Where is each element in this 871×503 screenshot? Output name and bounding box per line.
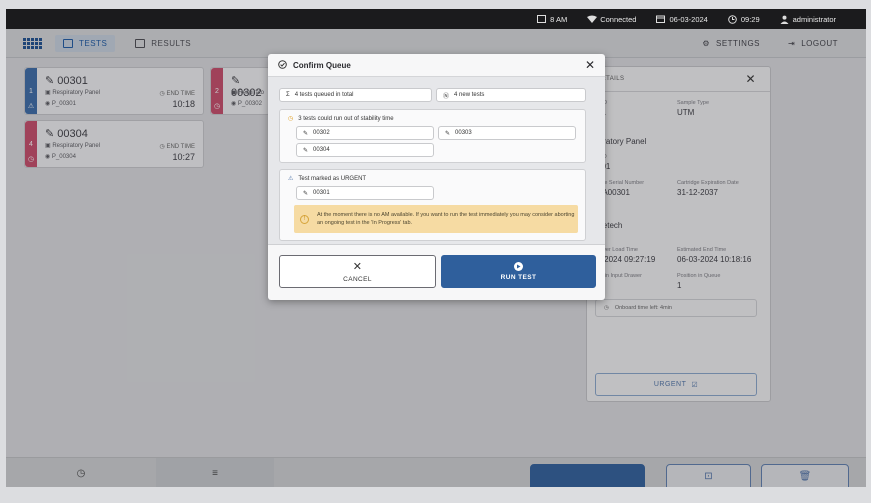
user-label: administrator: [792, 14, 836, 24]
dialog-scrollbar[interactable]: [600, 79, 603, 242]
wifi-icon: [587, 15, 598, 23]
queued-total-text: 4 tests queued in total: [294, 92, 354, 98]
siren-icon: ⚠: [288, 176, 294, 182]
cancel-button[interactable]: ✕ CANCEL: [279, 255, 436, 288]
play-icon: [514, 262, 523, 271]
clock-status: 09:29: [728, 15, 760, 24]
test-icon: ✎: [303, 130, 309, 137]
close-icon: ✕: [352, 261, 363, 273]
dialog-header: Confirm Queue ✕: [268, 54, 605, 77]
cancel-label: CANCEL: [343, 276, 372, 283]
run-test-label: RUN TEST: [500, 274, 537, 281]
drawer-label: 8 AM: [550, 14, 568, 24]
connection-status: Connected: [587, 15, 636, 24]
user-icon: [780, 15, 789, 24]
run-test-button[interactable]: RUN TEST: [441, 255, 596, 288]
drawer-status: 8 AM: [537, 15, 567, 24]
urgent-box: ⚠ Test marked as URGENT ✎ 00301 ! At the…: [279, 169, 586, 241]
clock-icon: [728, 15, 737, 24]
confirm-queue-dialog: Confirm Queue ✕ Σ 4 tests queued in tota…: [268, 54, 605, 300]
clock-warning-icon: ◷: [288, 116, 294, 122]
stability-warning-box: ◷ 3 tests could run out of stability tim…: [279, 109, 586, 163]
sum-icon: Σ: [286, 92, 290, 98]
stability-test-chip: ✎ 00304: [296, 143, 434, 157]
connection-label: Connected: [600, 14, 637, 24]
dialog-title: Confirm Queue: [293, 60, 351, 70]
no-am-warning: ! At the moment there is no AM available…: [294, 205, 578, 233]
warning-text: At the moment there is no AM available. …: [317, 212, 575, 226]
status-bar: 8 AM Connected 06-03-2024 09:29 administ…: [6, 9, 866, 29]
date-status: 06-03-2024: [656, 14, 708, 24]
calendar-icon: [656, 15, 666, 23]
date-label: 06-03-2024: [669, 14, 708, 24]
test-icon: ✎: [445, 130, 451, 137]
close-icon[interactable]: ✕: [585, 58, 595, 72]
new-tests-chip: Ⓝ 4 new tests: [436, 88, 586, 102]
drawer-icon: [537, 15, 547, 23]
clock-label: 09:29: [740, 14, 760, 24]
stability-title: ◷ 3 tests could run out of stability tim…: [288, 115, 394, 123]
warning-icon: !: [300, 214, 309, 224]
stability-test-chip: ✎ 00302: [296, 126, 434, 140]
new-tests-text: 4 new tests: [454, 92, 485, 98]
dialog-body: Σ 4 tests queued in total Ⓝ 4 new tests …: [268, 77, 605, 245]
urgent-test-chip: ✎ 00301: [296, 186, 434, 200]
check-circle-icon: [278, 59, 287, 71]
test-icon: ✎: [303, 190, 309, 197]
urgent-title: ⚠ Test marked as URGENT: [288, 175, 367, 183]
stability-test-chip: ✎ 00303: [438, 126, 576, 140]
test-icon: ✎: [303, 147, 309, 154]
user-status[interactable]: administrator: [780, 15, 836, 24]
queued-total-chip: Σ 4 tests queued in total: [279, 88, 432, 102]
footer-strip: [6, 487, 866, 501]
new-icon: Ⓝ: [443, 93, 450, 100]
